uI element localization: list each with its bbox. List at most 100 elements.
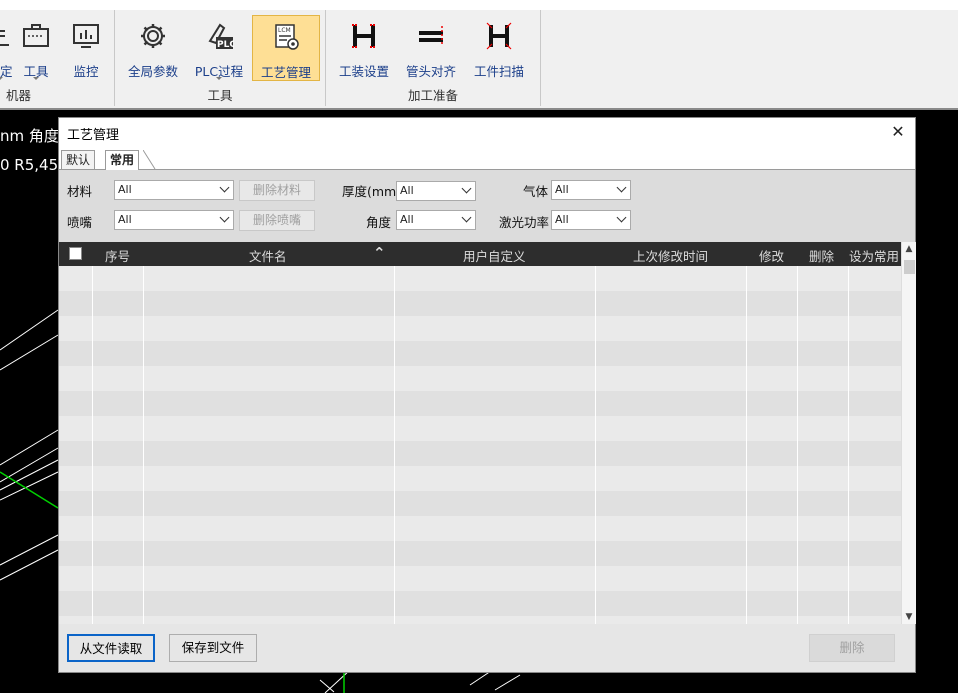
thickness-select-value: All [400,184,414,197]
svg-text:PLC: PLC [217,40,234,50]
fixture-settings-label: 工装设置 [338,64,389,79]
table-row [59,541,901,566]
thickness-label: 厚度(mm) [342,184,402,199]
tube-align-icon [419,26,443,46]
monitor-icon [73,24,99,48]
chevron-down-icon [219,212,230,223]
delete-button[interactable]: 删除 [809,634,895,662]
column-divider [797,266,798,624]
delete-nozzle-button[interactable]: 删除喷嘴 [239,210,315,231]
column-divider [394,266,395,624]
column-divider [143,266,144,624]
chevron-down-icon [616,182,627,193]
column-header-modified-time[interactable]: 上次修改时间 [633,246,708,265]
chevron-down-icon [0,77,3,80]
tab-default[interactable]: 默认 [61,150,96,169]
process-management-button[interactable]: LCM 工艺管理 [252,15,320,81]
monitor-label: 监控 [73,64,99,79]
gear-icon [141,24,165,48]
plc-process-button[interactable]: PLC PLC过程 [187,15,251,81]
chevron-down-icon [461,183,472,194]
column-header-filename[interactable]: 文件名 [249,246,287,265]
chevron-down-icon [216,77,222,80]
laser-power-select-value: All [555,213,569,226]
ribbon-group-machine: 标定 工具 监控 机器 [0,10,115,106]
ribbon-group-preparation: 工装设置 管头对齐 工件扫描 加工准备 [326,10,541,106]
tab-common[interactable]: 常用 [105,150,140,170]
tube-align-button[interactable]: 管头对齐 [399,15,463,81]
table-row [59,416,901,441]
material-select-value: All [118,183,132,196]
material-select[interactable]: All [114,180,234,200]
gas-select[interactable]: All [551,180,631,200]
chevron-down-icon [219,182,230,193]
workpiece-scan-icon [486,22,512,50]
tab-slant-decoration [143,150,156,170]
table-row [59,491,901,516]
select-all-checkbox[interactable] [69,247,82,260]
ribbon-group-title: 工具 [207,88,233,103]
chevron-down-icon [616,212,627,223]
gas-select-value: All [555,183,569,196]
table-body [59,266,901,624]
laser-power-select[interactable]: All [551,210,631,230]
angle-label: 角度 [366,215,392,230]
dialog-tabs: 默认 常用 [59,148,915,170]
table-header: 序号 文件名 ⌃ 用户自定义 上次修改时间 修改 删除 设为常用 [59,242,901,266]
laser-power-label: 激光功率 [499,215,550,230]
monitor-button[interactable]: 监控 [64,15,108,81]
angle-select[interactable]: All [396,210,476,230]
gas-label: 气体 [523,184,549,199]
global-params-button[interactable]: 全局参数 [121,15,185,81]
table-row [59,466,901,491]
chevron-down-icon [461,212,472,223]
ribbon-group-title: 加工准备 [407,88,458,103]
close-icon[interactable]: ✕ [887,121,909,143]
chevron-down-icon [33,77,39,80]
lcm-settings-icon: LCM [275,24,299,50]
ribbon-group-title: 机器 [6,88,32,103]
table-row [59,616,901,624]
delete-material-button[interactable]: 删除材料 [239,180,315,201]
nozzle-select[interactable]: All [114,210,234,230]
sort-ascending-icon[interactable]: ⌃ [373,244,386,262]
table-row [59,591,901,616]
workpiece-scan-button[interactable]: 工件扫描 [467,15,531,81]
column-divider [92,266,93,624]
tube-align-label: 管头对齐 [405,64,456,79]
table-row [59,516,901,541]
filter-panel: 材料 All 删除材料 喷嘴 All 删除喷嘴 厚度(mm) All 角度 Al… [59,170,915,242]
toolbox-icon [23,24,49,47]
table-row [59,316,901,341]
nozzle-select-value: All [118,213,132,226]
column-header-edit[interactable]: 修改 [759,246,784,265]
dialog-title: 工艺管理 [67,128,120,143]
ribbon-toolbar: 标定 工具 监控 机器 全局参数 [0,0,958,110]
table-row [59,291,901,316]
column-header-set-common[interactable]: 设为常用 [849,246,899,265]
ribbon-group-tools: 全局参数 PLC PLC过程 LCM 工艺管理 工具 [115,10,326,106]
column-header-index[interactable]: 序号 [105,246,130,265]
table-row [59,366,901,391]
table-row [59,566,901,591]
save-to-file-button[interactable]: 保存到文件 [169,634,257,662]
thickness-select[interactable]: All [396,181,476,201]
column-header-delete[interactable]: 删除 [809,246,834,265]
scroll-down-icon[interactable]: ▼ [902,610,916,624]
column-header-custom[interactable]: 用户自定义 [463,246,526,265]
ribbon-top-strip [0,0,958,10]
column-divider [848,266,849,624]
column-divider [595,266,596,624]
material-label: 材料 [67,184,93,199]
fixture-settings-button[interactable]: 工装设置 [332,15,396,81]
nozzle-label: 喷嘴 [67,215,93,230]
table-scrollbar[interactable]: ▲ ▼ [901,242,916,624]
toolbox-button[interactable]: 工具 [14,15,58,81]
scroll-up-icon[interactable]: ▲ [902,242,916,256]
workpiece-scan-label: 工件扫描 [473,64,524,79]
fixture-icon [352,24,376,48]
table-row [59,341,901,366]
load-from-file-button[interactable]: 从文件读取 [67,634,155,662]
table-row [59,266,901,291]
scroll-thumb[interactable] [904,260,915,274]
